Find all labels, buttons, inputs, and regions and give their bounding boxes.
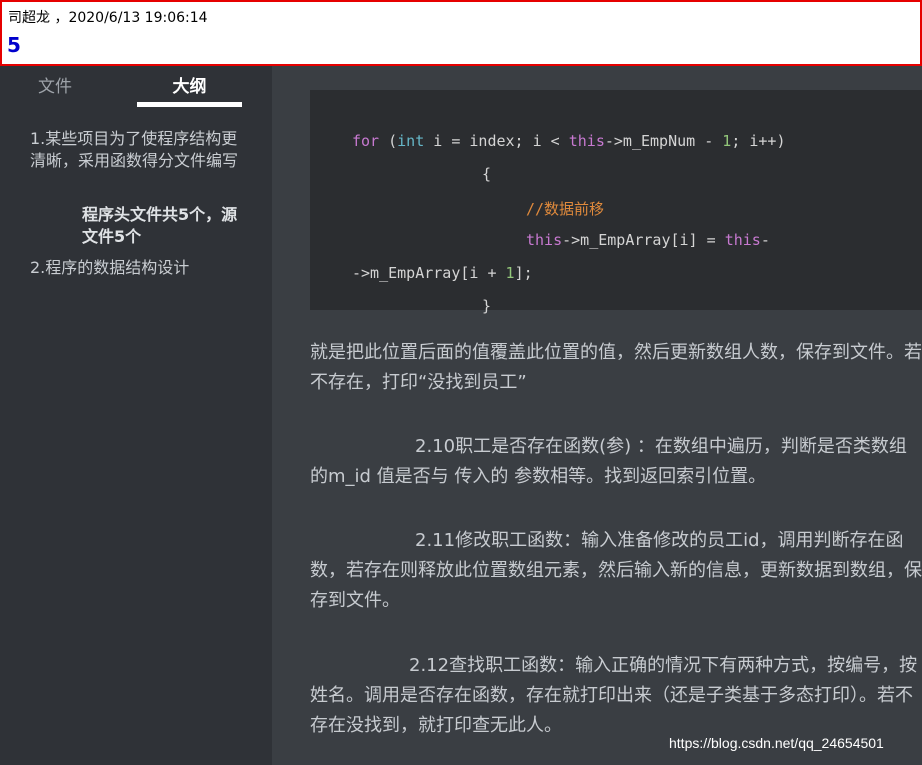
code-text: - [760, 231, 770, 249]
paragraph-text: 2.11修改职工函数：输入准备修改的员工id，调用判断存在函数，若存在则释放此位… [310, 530, 922, 611]
code-line-1: for (int i = index; i < this->m_EmpNum -… [352, 132, 786, 150]
code-keyword: this [724, 231, 761, 249]
code-text: ( [379, 132, 398, 150]
main-content: for (int i = index; i < this->m_EmpNum -… [272, 66, 922, 765]
code-text: i = index; i < [424, 132, 569, 150]
code-line-4: this->m_EmpArray[i] = this- [526, 231, 770, 249]
outline-item-1[interactable]: 1.某些项目为了使程序结构更清晰，采用函数得分文件编写 [30, 128, 248, 172]
code-type: int [397, 132, 425, 150]
watermark: https://blog.csdn.net/qq_24654501 [669, 735, 884, 751]
code-text: ; i++) [731, 132, 786, 150]
sidebar: 文件 大纲 1.某些项目为了使程序结构更清晰，采用函数得分文件编写 程序头文件共… [0, 66, 272, 765]
count-number: 5 [7, 33, 21, 57]
paragraph-text: 2.12查找职工函数：输入正确的情况下有两种方式，按编号，按姓名。调用是否存在函… [310, 655, 918, 736]
code-line-2: { [482, 165, 492, 183]
code-comment: //数据前移 [526, 200, 605, 218]
tab-files[interactable]: 文件 [0, 72, 110, 102]
code-number: 1 [722, 132, 732, 150]
author-timestamp: 司超龙 ，2020/6/13 19:06:14 [8, 10, 208, 26]
code-line-6: } [482, 297, 492, 315]
code-text: ->m_EmpArray[i] = [562, 231, 725, 249]
outline-item-1-1[interactable]: 程序头文件共5个，源文件5个 [82, 204, 242, 248]
comment-info-bar: 司超龙 ，2020/6/13 19:06:14 5 [0, 0, 922, 66]
tab-outline[interactable]: 大纲 [137, 72, 242, 102]
paragraph-text: 2.10职工是否存在函数(参) ：在数组中遍历，判断是否类数组的m_id 值是否… [310, 436, 907, 487]
paragraph-2-12: 2.12查找职工函数：输入正确的情况下有两种方式，按编号，按姓名。调用是否存在函… [310, 651, 922, 741]
code-keyword: this [568, 132, 605, 150]
paragraph-1: 就是把此位置后面的值覆盖此位置的值，然后更新数组人数，保存到文件。若不存在，打印… [310, 342, 922, 393]
paragraph-2-10: 2.10职工是否存在函数(参) ：在数组中遍历，判断是否类数组的m_id 值是否… [310, 432, 922, 492]
code-number: 1 [505, 264, 515, 282]
code-text: ]; [514, 264, 533, 282]
code-text: ->m_EmpNum - [604, 132, 723, 150]
outline-item-2[interactable]: 2.程序的数据结构设计 [30, 257, 248, 279]
sidebar-tabs: 文件 大纲 [0, 66, 272, 108]
code-keyword: this [526, 231, 563, 249]
paragraph-2-11: 2.11修改职工函数：输入准备修改的员工id，调用判断存在函数，若存在则释放此位… [310, 526, 922, 616]
code-block: for (int i = index; i < this->m_EmpNum -… [310, 90, 922, 315]
code-text: ->m_EmpArray[i + [352, 264, 506, 282]
code-line-5: ->m_EmpArray[i + 1]; [352, 264, 533, 282]
code-keyword: for [352, 132, 380, 150]
active-tab-indicator [137, 102, 242, 107]
